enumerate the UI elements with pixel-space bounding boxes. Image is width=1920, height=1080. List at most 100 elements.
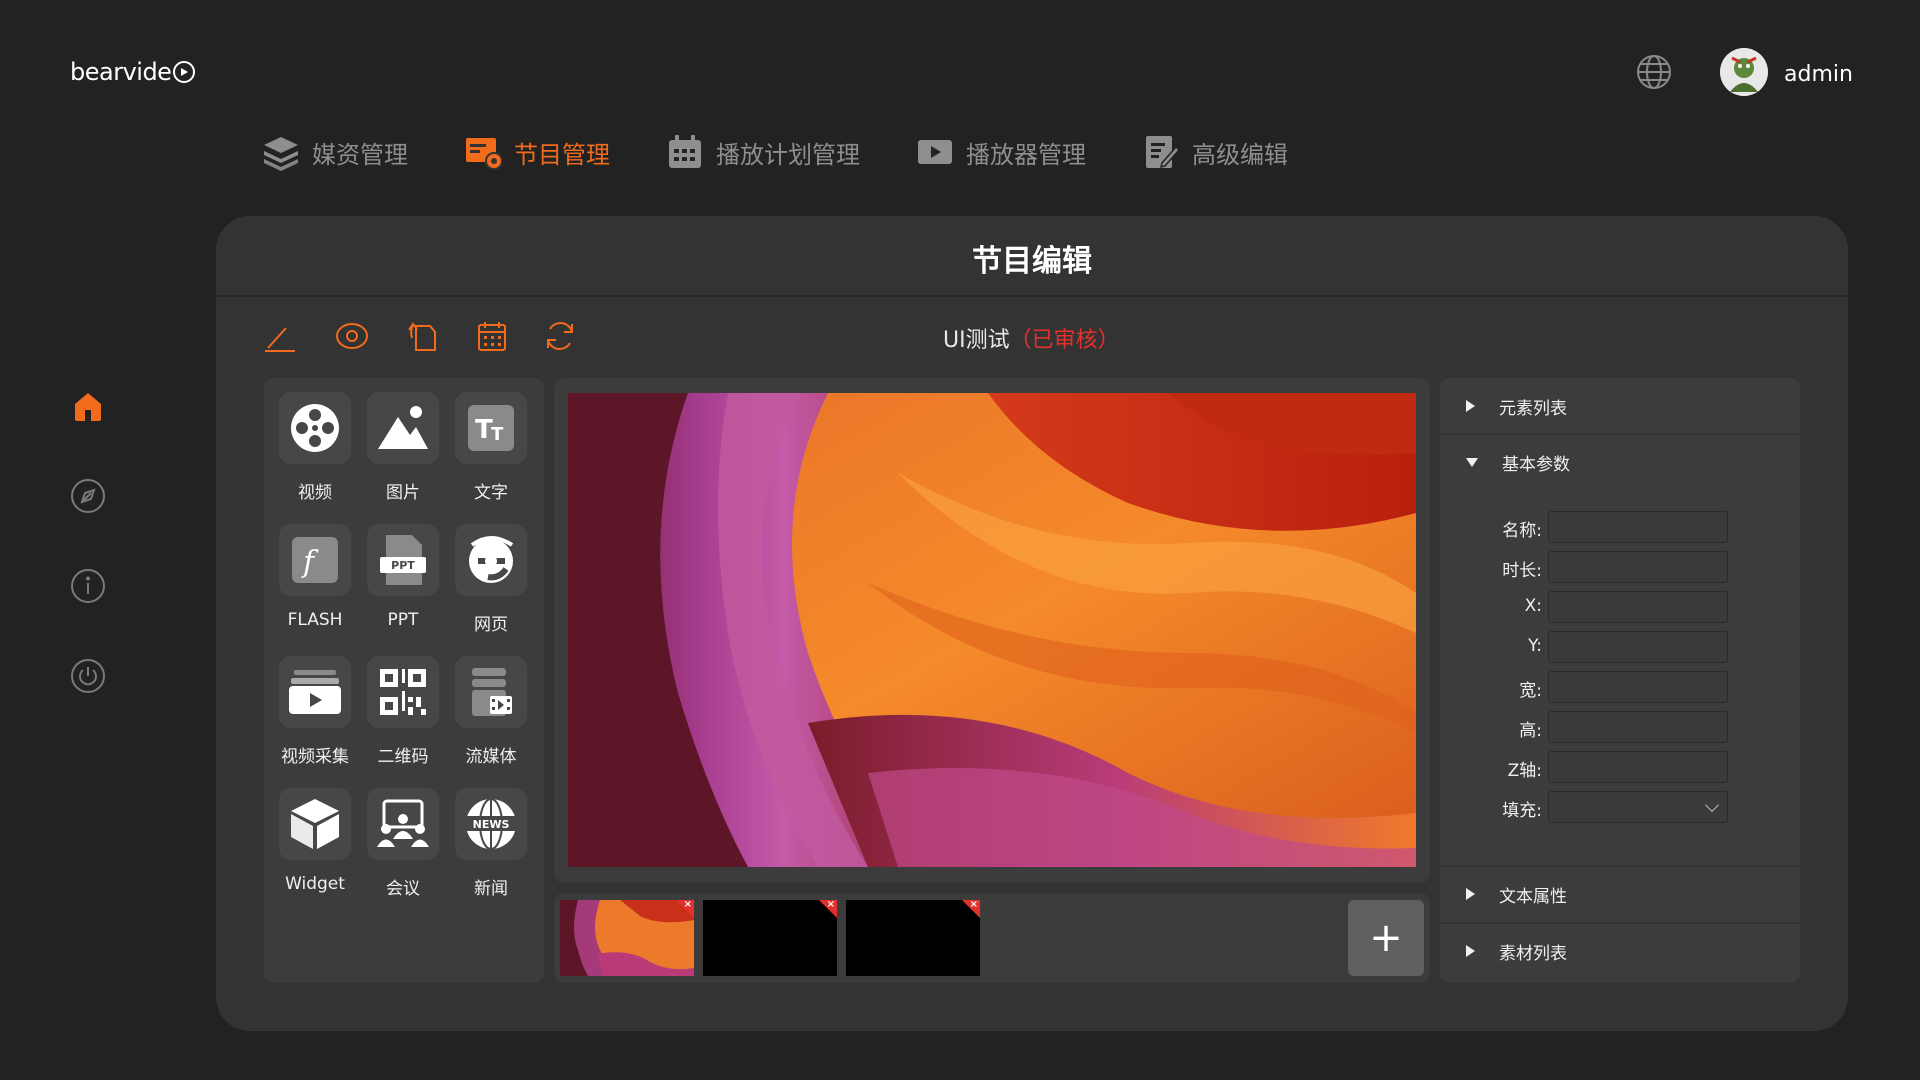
field-label: 填充: [1502, 801, 1542, 821]
pencil-icon[interactable] [262, 318, 298, 354]
page-thumbnail[interactable]: × [560, 900, 694, 976]
element-webpage[interactable]: 网页 [452, 524, 530, 635]
element-label: 网页 [474, 615, 508, 635]
element-label: 文字 [474, 483, 508, 503]
browser-icon [455, 524, 527, 596]
element-video-capture[interactable]: 视频采集 [276, 656, 354, 767]
brand-logo[interactable]: bearvide [70, 58, 196, 86]
element-widget[interactable]: Widget [276, 788, 354, 894]
program-icon [466, 138, 502, 170]
image-icon [367, 392, 439, 464]
element-label: 二维码 [377, 747, 429, 767]
element-text[interactable]: T T 文字 [452, 392, 530, 503]
fill-select[interactable] [1548, 791, 1728, 823]
element-label: 新闻 [474, 879, 508, 899]
caret-right-icon [1466, 400, 1475, 412]
page-thumbnail[interactable]: × [846, 900, 980, 976]
element-image[interactable]: 图片 [364, 392, 442, 503]
nav-label: 节目管理 [514, 140, 610, 169]
element-label: 图片 [386, 483, 420, 503]
nav-label: 播放计划管理 [716, 140, 860, 169]
nav-player-management[interactable]: 播放器管理 [916, 132, 1086, 172]
field-label: 时长: [1502, 561, 1542, 581]
duration-field[interactable] [1548, 551, 1728, 583]
section-label: 基本参数 [1502, 454, 1570, 475]
cube-icon [279, 788, 351, 860]
rotate-icon[interactable] [404, 318, 440, 354]
section-text-props[interactable]: 文本属性 [1440, 866, 1800, 922]
program-name: UI测试 [943, 328, 1010, 353]
section-label: 元素列表 [1499, 398, 1567, 419]
z-index-field[interactable] [1548, 751, 1728, 783]
x-field[interactable] [1548, 591, 1728, 623]
edit-doc-icon [1146, 136, 1180, 169]
player-icon [918, 140, 952, 164]
width-field[interactable] [1548, 671, 1728, 703]
field-label: Z轴: [1507, 761, 1542, 781]
element-label: 会议 [386, 879, 420, 899]
eye-icon[interactable] [334, 318, 370, 354]
element-qrcode[interactable]: 二维码 [364, 656, 442, 767]
nav-label: 播放器管理 [966, 140, 1086, 169]
element-video[interactable]: 视频 [276, 392, 354, 503]
field-label: Y: [1528, 636, 1542, 656]
globe-icon[interactable] [1636, 54, 1672, 90]
avatar[interactable] [1720, 48, 1768, 96]
name-field[interactable] [1548, 511, 1728, 543]
element-flash[interactable]: f FLASH [276, 524, 354, 630]
streaming-icon [455, 656, 527, 728]
element-meeting[interactable]: 会议 [364, 788, 442, 899]
element-streaming[interactable]: 流媒体 [452, 656, 530, 767]
film-reel-icon [279, 392, 351, 464]
text-icon: T T [455, 392, 527, 464]
field-label: 名称: [1502, 521, 1542, 541]
username[interactable]: admin [1784, 62, 1853, 87]
page-title: 节目编辑 [972, 244, 1092, 279]
page-thumbnail[interactable]: × [703, 900, 837, 976]
layers-icon [264, 137, 298, 171]
caret-right-icon [1466, 945, 1475, 957]
nav-program-management[interactable]: 节目管理 [464, 132, 610, 172]
info-icon[interactable] [70, 568, 106, 604]
news-icon: NEWS [455, 788, 527, 860]
news-badge: NEWS [473, 818, 510, 831]
qrcode-icon [367, 656, 439, 728]
nav-advanced-edit[interactable]: 高级编辑 [1142, 132, 1288, 172]
height-field[interactable] [1548, 711, 1728, 743]
field-label: 宽: [1519, 681, 1542, 701]
compass-icon[interactable] [70, 478, 106, 514]
element-news[interactable]: NEWS 新闻 [452, 788, 530, 899]
section-basic-params[interactable]: 基本参数 [1440, 434, 1800, 490]
section-label: 文本属性 [1499, 886, 1567, 907]
element-label: 视频 [298, 483, 332, 503]
element-label: 流媒体 [465, 747, 517, 767]
ppt-badge: PPT [391, 559, 415, 572]
caret-down-icon [1466, 457, 1478, 467]
section-elements-list[interactable]: 元素列表 [1440, 378, 1800, 434]
y-field[interactable] [1548, 631, 1728, 663]
caret-right-icon [1466, 888, 1475, 900]
top-nav: 媒资管理 节目管理 播放计划管理 播放器管理 高级编辑 [262, 132, 1344, 172]
nav-media-management[interactable]: 媒资管理 [262, 132, 408, 172]
calendar-icon [669, 135, 701, 168]
calendar-icon[interactable] [474, 318, 510, 354]
nav-play-plan-management[interactable]: 播放计划管理 [666, 132, 860, 172]
home-icon[interactable] [70, 388, 106, 424]
nav-label: 高级编辑 [1192, 140, 1288, 169]
element-label: FLASH [287, 610, 343, 630]
canvas-preview-image[interactable] [568, 393, 1416, 867]
svg-text:T: T [491, 424, 504, 445]
section-material-list[interactable]: 素材列表 [1440, 923, 1800, 979]
close-icon[interactable]: × [962, 900, 980, 918]
refresh-icon[interactable] [542, 318, 578, 354]
element-label: 视频采集 [281, 747, 349, 767]
flash-icon: f [279, 524, 351, 596]
element-label: PPT [387, 610, 419, 630]
element-ppt[interactable]: PPT PPT [364, 524, 442, 630]
close-icon[interactable]: × [819, 900, 837, 918]
field-label: 高: [1519, 721, 1542, 741]
add-page-button[interactable]: + [1348, 900, 1424, 976]
power-icon[interactable] [70, 658, 106, 694]
video-capture-icon [279, 656, 351, 728]
play-icon [173, 61, 196, 83]
